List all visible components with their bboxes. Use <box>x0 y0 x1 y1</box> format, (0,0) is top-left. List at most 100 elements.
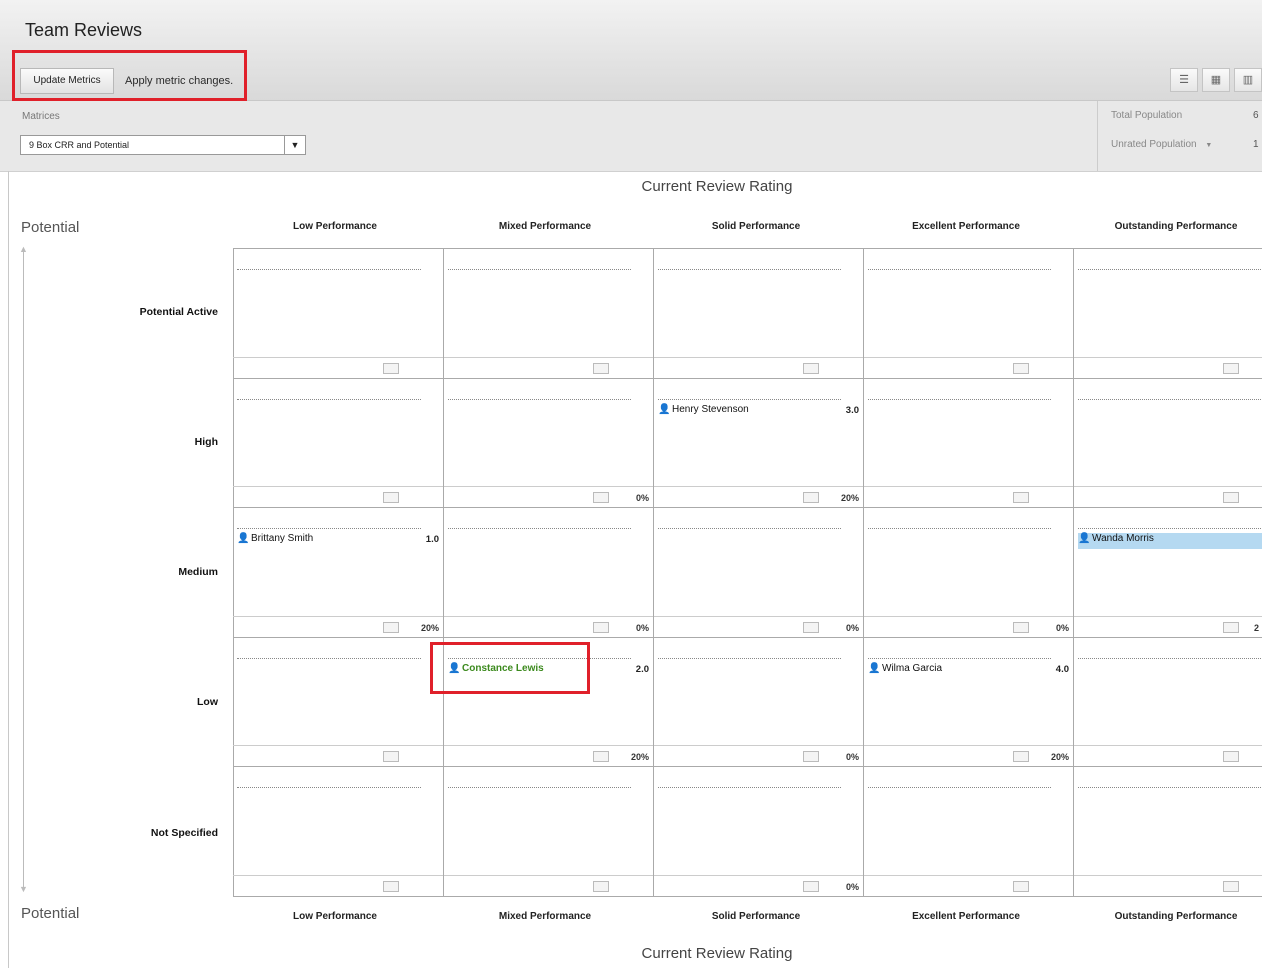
cell-detail-icon[interactable] <box>593 751 609 762</box>
cell-detail-icon[interactable] <box>1223 751 1239 762</box>
grid-cell[interactable] <box>233 379 444 508</box>
grid-cell[interactable]: 0% <box>654 638 864 767</box>
grid-view-icon[interactable]: ▦ <box>1202 68 1230 92</box>
grid-cell[interactable]: 0% <box>654 767 864 897</box>
cell-detail-icon[interactable] <box>1223 363 1239 374</box>
employee-wilma-garcia[interactable]: 👤 Wilma Garcia 4.0 <box>868 663 1069 679</box>
total-population: Total Population 6 <box>1111 110 1259 121</box>
cell-percent: 0% <box>635 623 649 633</box>
arrow-up-icon: ▲ <box>19 244 28 254</box>
row-label-potential-active: Potential Active <box>139 306 218 318</box>
cell-percent: 2 <box>1253 623 1259 633</box>
matrices-label: Matrices <box>22 111 60 122</box>
chart-view-icon[interactable]: ▥ <box>1234 68 1262 92</box>
cell-detail-icon[interactable] <box>1013 363 1029 374</box>
cell-percent: 0% <box>845 623 859 633</box>
cell-detail-icon[interactable] <box>803 363 819 374</box>
metrics-bar: Matrices 9 Box CRR and Potential ▼ Total… <box>0 101 1262 172</box>
grid-cell[interactable] <box>1074 249 1262 379</box>
employee-wanda-morris[interactable]: 👤 Wanda Morris <box>1078 533 1262 549</box>
grid-cell[interactable] <box>654 249 864 379</box>
y-axis-title-bottom: Potential <box>21 905 80 922</box>
cell-percent: 0% <box>635 493 649 503</box>
matrices-select[interactable]: 9 Box CRR and Potential ▼ <box>20 135 306 155</box>
grid-cell[interactable]: 0% <box>864 508 1074 638</box>
row-label-low: Low <box>197 696 218 708</box>
grid-cell[interactable]: 0% <box>444 508 654 638</box>
grid-cell[interactable]: 0% <box>444 379 654 508</box>
cell-detail-icon[interactable] <box>383 492 399 503</box>
employee-name[interactable]: Henry Stevenson <box>672 404 749 415</box>
column-footer-low: Low Performance <box>293 911 377 922</box>
grid-cell[interactable] <box>233 767 444 897</box>
grid-cell[interactable] <box>1074 379 1262 508</box>
grid-cell[interactable] <box>864 379 1074 508</box>
column-header-excellent: Excellent Performance <box>912 221 1020 232</box>
cell-percent: 20% <box>420 623 439 633</box>
cell-detail-icon[interactable] <box>1223 492 1239 503</box>
column-header-low: Low Performance <box>293 221 377 232</box>
cell-detail-icon[interactable] <box>383 751 399 762</box>
chevron-down-icon[interactable]: ▼ <box>1205 142 1212 149</box>
grid-cell[interactable]: 👤 Brittany Smith 1.0 20% <box>233 508 444 638</box>
grid-cell[interactable] <box>864 249 1074 379</box>
employee-henry-stevenson[interactable]: 👤 Henry Stevenson 3.0 <box>658 404 859 420</box>
cell-detail-icon[interactable] <box>383 622 399 633</box>
cell-detail-icon[interactable] <box>1223 881 1239 892</box>
column-header-mixed: Mixed Performance <box>498 221 592 232</box>
employee-score: 2.0 <box>635 664 649 675</box>
grid-cell[interactable]: 0% <box>654 508 864 638</box>
cell-detail-icon[interactable] <box>1013 622 1029 633</box>
cell-detail-icon[interactable] <box>383 363 399 374</box>
unrated-population-label: Unrated Population <box>1111 139 1197 150</box>
population-stats: Total Population 6 Unrated Population ▼ … <box>1097 101 1262 171</box>
grid-cell[interactable] <box>1074 767 1262 897</box>
grid-cell[interactable] <box>233 249 444 379</box>
row-label-not-specified: Not Specified <box>150 827 218 839</box>
cell-detail-icon[interactable] <box>1013 492 1029 503</box>
x-axis-title-top: Current Review Rating <box>641 178 793 195</box>
grid-cell[interactable]: 👤 Henry Stevenson 3.0 20% <box>654 379 864 508</box>
employee-name[interactable]: Brittany Smith <box>251 533 313 544</box>
cell-detail-icon[interactable] <box>803 881 819 892</box>
list-view-icon[interactable]: ☰ <box>1170 68 1198 92</box>
employee-highlight <box>430 642 590 694</box>
cell-percent: 20% <box>630 752 649 762</box>
cell-detail-icon[interactable] <box>803 622 819 633</box>
employee-brittany-smith[interactable]: 👤 Brittany Smith 1.0 <box>237 533 439 549</box>
column-footer-excellent: Excellent Performance <box>912 911 1020 922</box>
y-axis-title-top: Potential <box>21 219 80 236</box>
column-footer-solid: Solid Performance <box>711 911 801 922</box>
employee-score: 4.0 <box>1055 664 1069 675</box>
employee-name[interactable]: Wilma Garcia <box>882 663 942 674</box>
person-icon: 👤 <box>1078 533 1091 544</box>
employee-name[interactable]: Wanda Morris <box>1092 533 1154 544</box>
grid-cell[interactable]: 👤 Wilma Garcia 4.0 20% <box>864 638 1074 767</box>
grid-cell[interactable] <box>1074 638 1262 767</box>
cell-detail-icon[interactable] <box>383 881 399 892</box>
cell-detail-icon[interactable] <box>1223 622 1239 633</box>
cell-detail-icon[interactable] <box>803 751 819 762</box>
left-divider <box>8 171 9 968</box>
cell-detail-icon[interactable] <box>593 363 609 374</box>
person-icon: 👤 <box>868 663 881 674</box>
cell-detail-icon[interactable] <box>593 881 609 892</box>
grid-cell[interactable]: 👤 Wanda Morris 2 <box>1074 508 1262 638</box>
cell-detail-icon[interactable] <box>593 622 609 633</box>
view-switcher: ☰ ▦ ▥ <box>1170 68 1262 92</box>
cell-detail-icon[interactable] <box>1013 881 1029 892</box>
cell-detail-icon[interactable] <box>593 492 609 503</box>
grid-cell[interactable] <box>233 638 444 767</box>
grid-cell[interactable] <box>864 767 1074 897</box>
unrated-population[interactable]: Unrated Population ▼ 1 <box>1111 139 1259 150</box>
column-footer-outstanding: Outstanding Performance <box>1114 911 1238 922</box>
cell-detail-icon[interactable] <box>1013 751 1029 762</box>
x-axis-title-bottom: Current Review Rating <box>641 945 793 962</box>
arrow-down-icon: ▼ <box>19 884 28 894</box>
chevron-down-icon[interactable]: ▼ <box>284 136 305 154</box>
column-footer-mixed: Mixed Performance <box>498 911 592 922</box>
cell-detail-icon[interactable] <box>803 492 819 503</box>
grid-cell[interactable] <box>444 249 654 379</box>
person-icon: 👤 <box>658 404 671 415</box>
grid-cell[interactable] <box>444 767 654 897</box>
